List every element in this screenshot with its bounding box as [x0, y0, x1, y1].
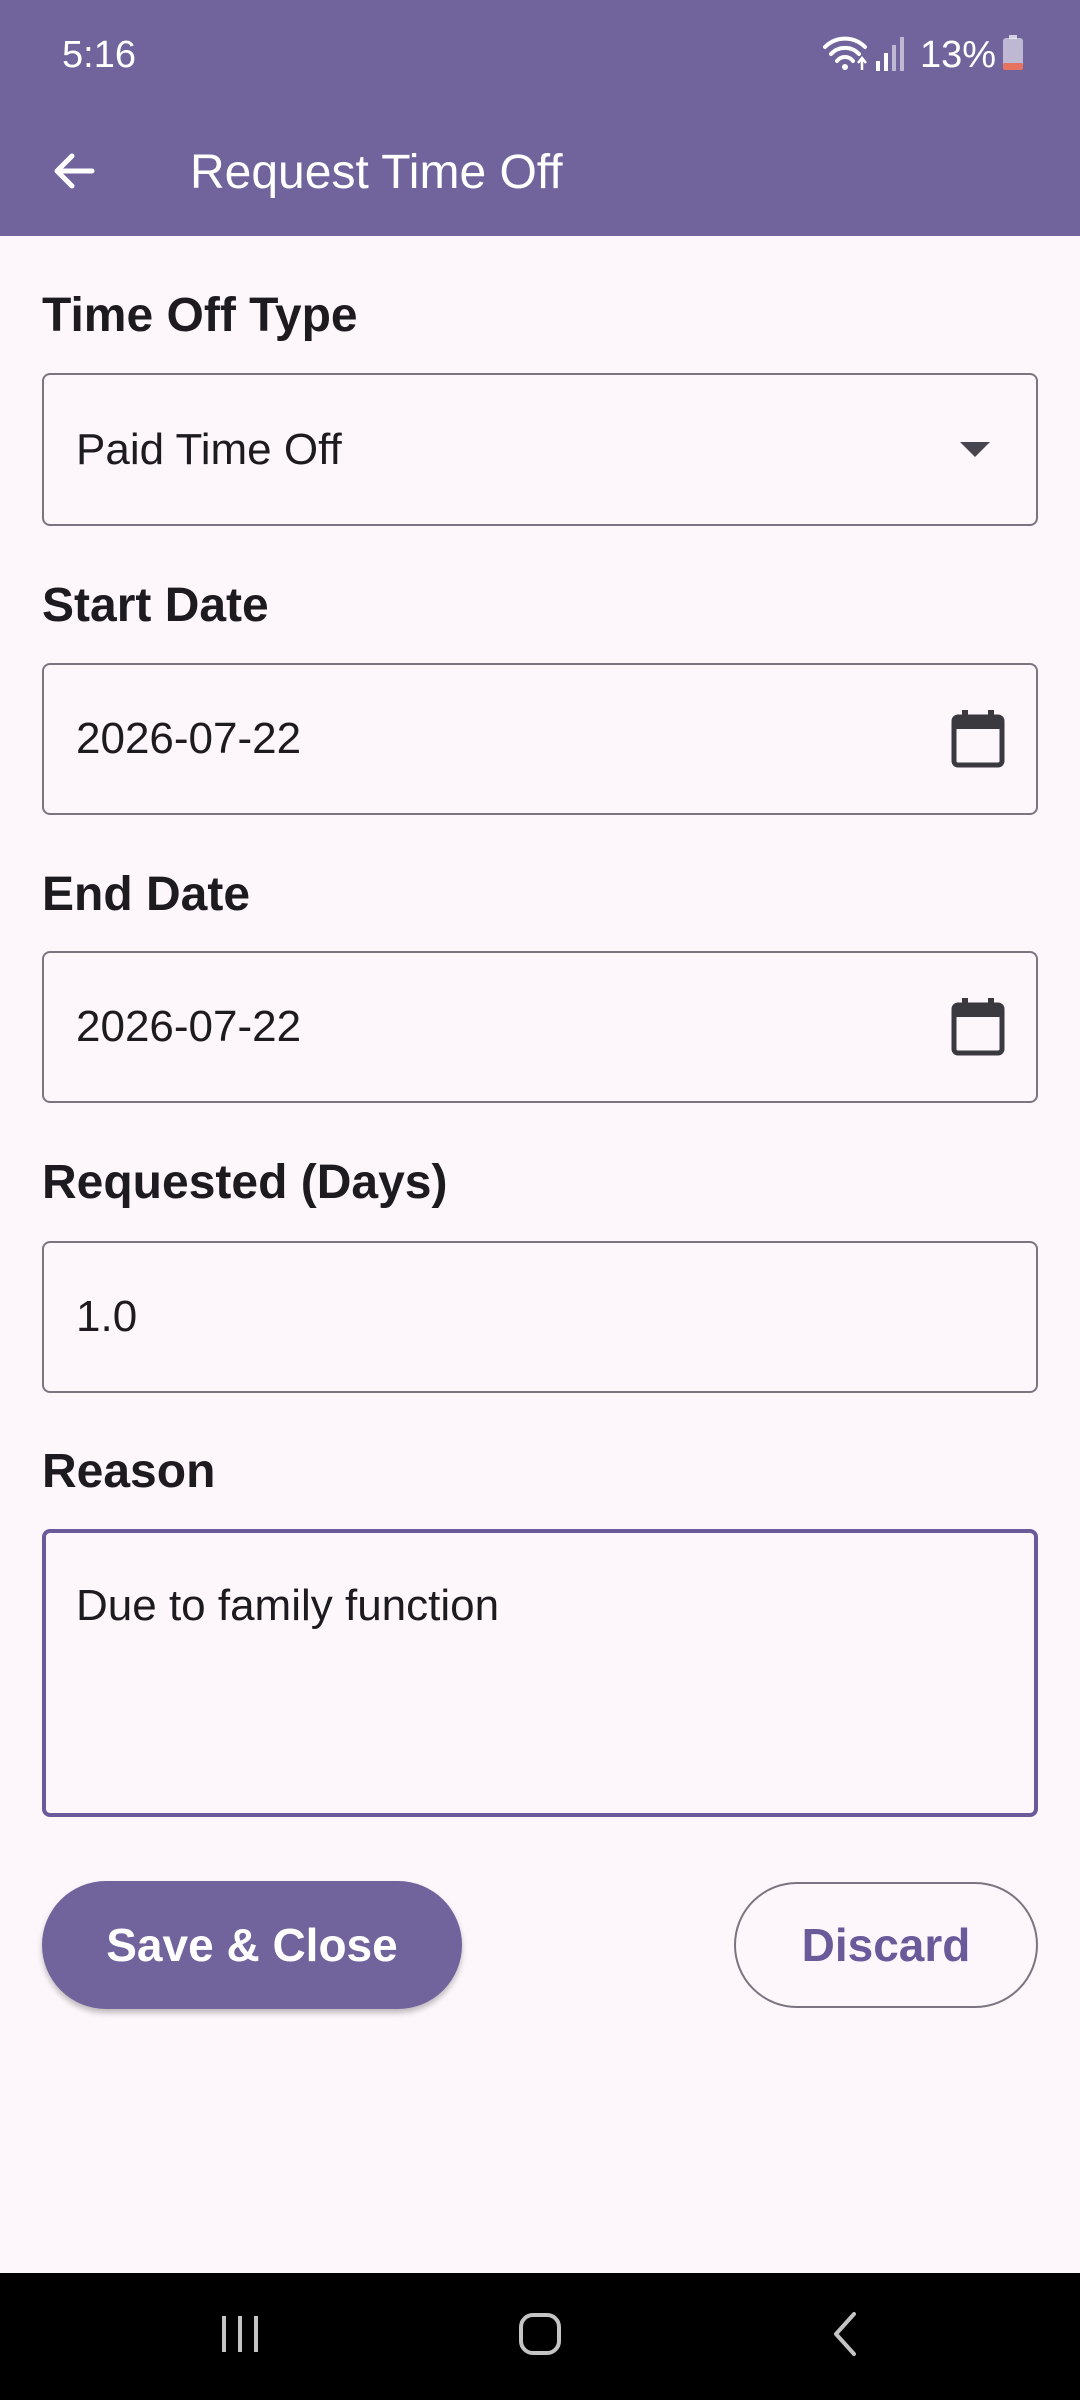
status-icons: 13% [822, 28, 1024, 82]
start-date-field[interactable]: 2026-07-22 [42, 663, 1038, 815]
page-title: Request Time Off [190, 146, 563, 199]
end-date-label: End Date [42, 868, 251, 921]
start-date-value: 2026-07-22 [76, 714, 302, 763]
reason-textarea[interactable]: Due to family function [42, 1529, 1038, 1817]
time-off-type-dropdown[interactable]: Paid Time Off [42, 373, 1038, 526]
time-off-type-value: Paid Time Off [76, 424, 342, 474]
app-bar: Request Time Off [0, 110, 1080, 236]
chevron-left-icon [830, 2310, 860, 2363]
requested-days-field[interactable]: 1.0 [42, 1241, 1038, 1393]
discard-button[interactable]: Discard [734, 1882, 1038, 2008]
back-button[interactable] [38, 133, 110, 213]
battery-icon [1002, 34, 1024, 76]
system-back-button[interactable] [775, 2273, 915, 2400]
dropdown-arrow-icon [960, 441, 990, 458]
recent-apps-button[interactable] [170, 2273, 310, 2400]
home-icon [517, 2311, 563, 2362]
status-bar: 5:16 13% [0, 0, 1080, 110]
save-close-button[interactable]: Save & Close [42, 1881, 462, 2009]
time-off-type-label: Time Off Type [42, 289, 358, 342]
start-date-label: Start Date [42, 579, 269, 632]
end-date-field[interactable]: 2026-07-22 [42, 951, 1038, 1103]
requested-days-value: 1.0 [76, 1292, 138, 1341]
recent-apps-icon [218, 2314, 262, 2359]
calendar-icon[interactable] [950, 997, 1006, 1057]
system-nav-bar [0, 2273, 1080, 2400]
arrow-back-icon [50, 147, 98, 200]
reason-value: Due to family function [76, 1581, 500, 1630]
calendar-icon[interactable] [950, 709, 1006, 769]
battery-percentage: 13% [919, 33, 996, 76]
reason-label: Reason [42, 1445, 216, 1498]
requested-days-label: Requested (Days) [42, 1156, 448, 1209]
status-time: 5:16 [62, 34, 136, 76]
end-date-value: 2026-07-22 [76, 1002, 302, 1051]
signal-icon [874, 33, 908, 78]
wifi-icon [822, 33, 868, 78]
home-button[interactable] [470, 2273, 610, 2400]
